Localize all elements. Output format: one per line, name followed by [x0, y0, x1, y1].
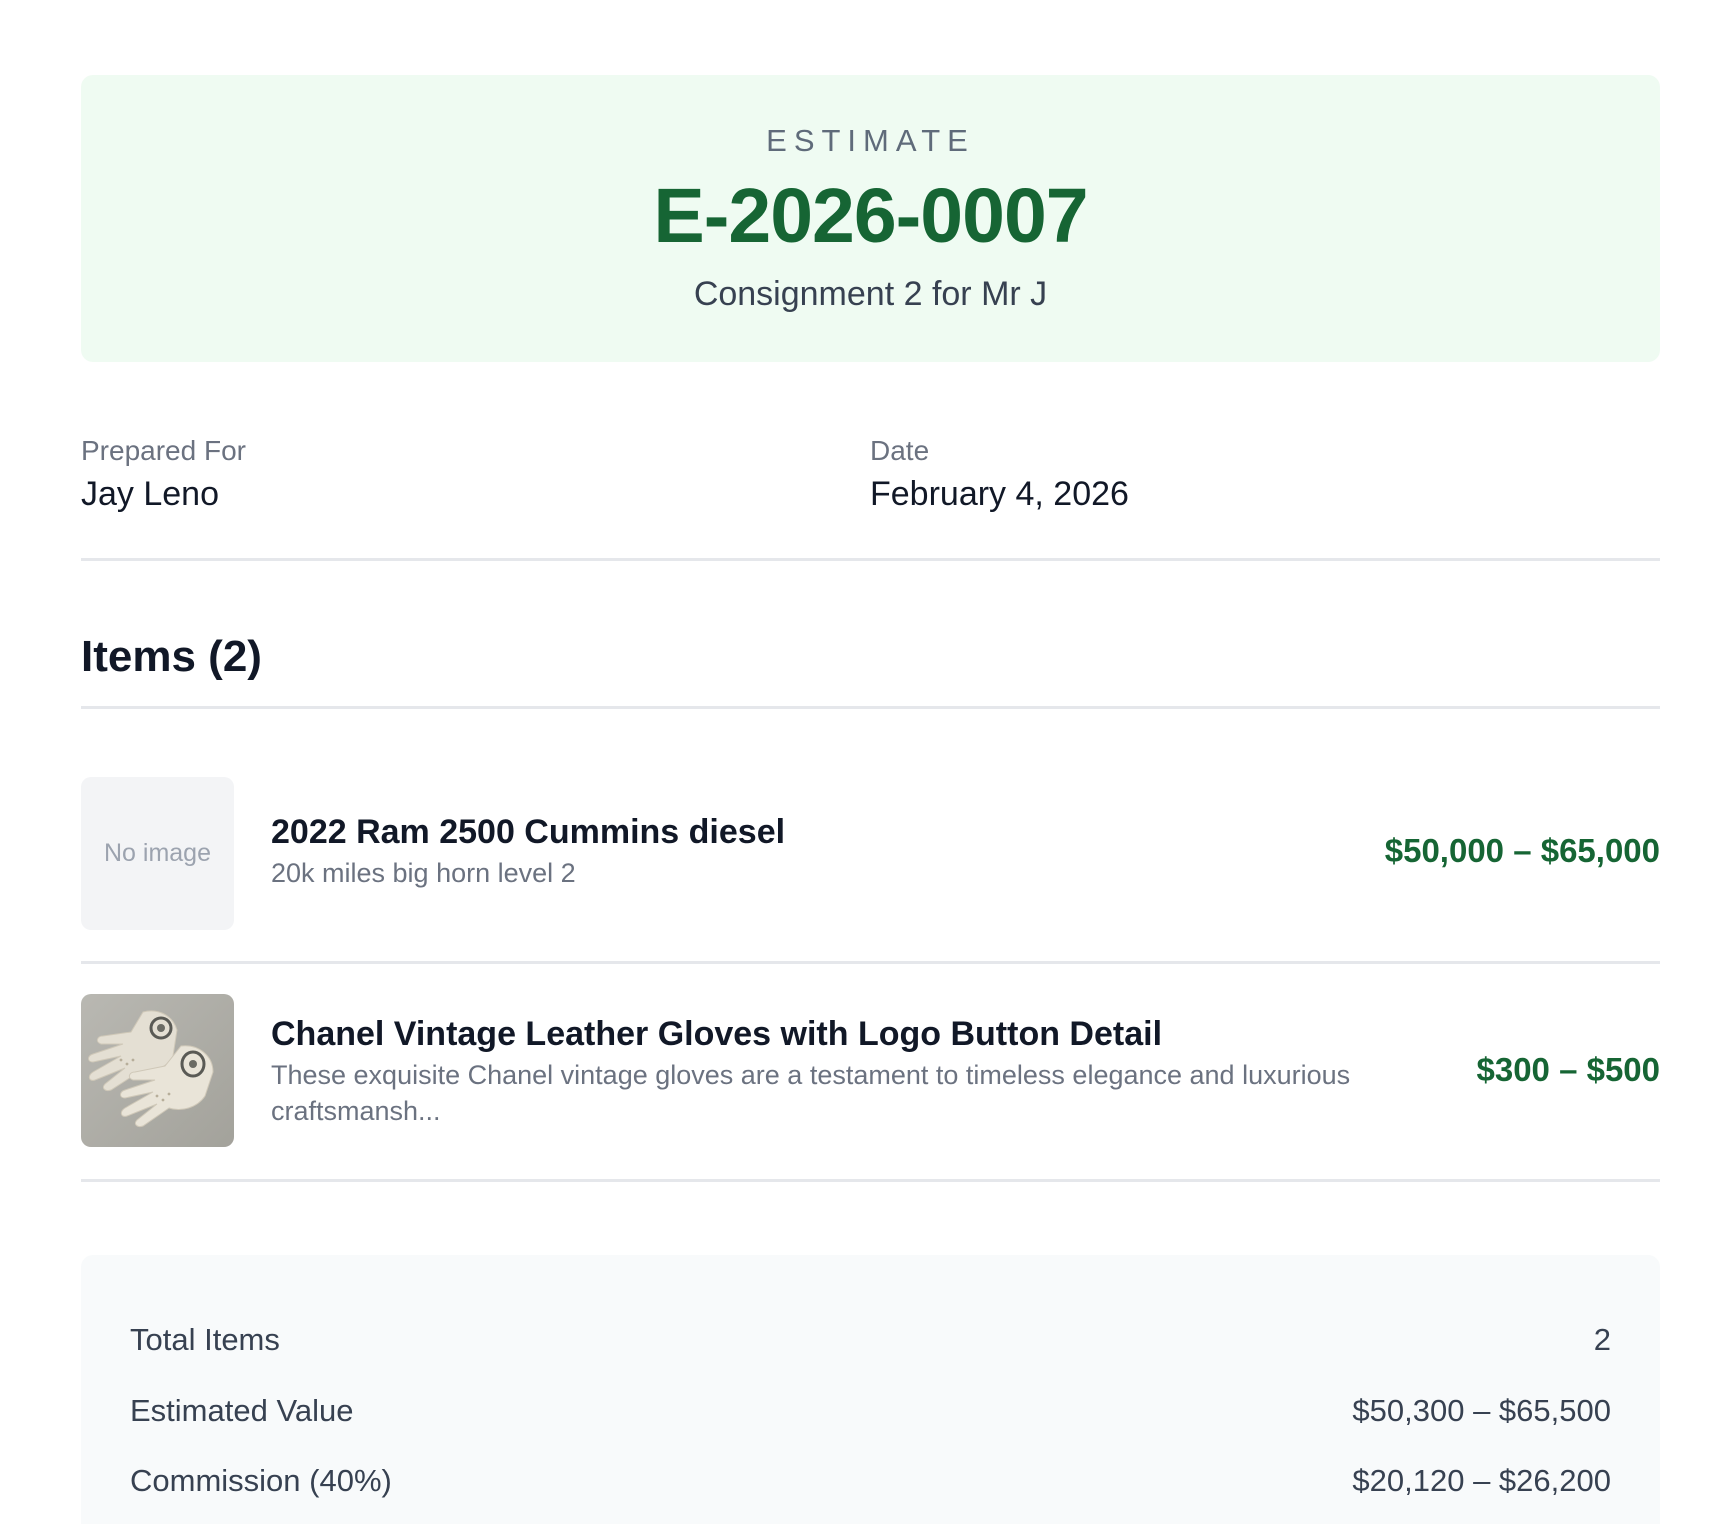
estimate-subtitle: Consignment 2 for Mr J — [693, 275, 1048, 313]
items-heading-divider — [81, 706, 1660, 709]
estimate-header-card: ESTIMATE E-2026-0007 Consignment 2 for M… — [81, 75, 1660, 362]
item-text: 2022 Ram 2500 Cummins diesel 20k miles b… — [271, 811, 1451, 891]
estimate-eyebrow: ESTIMATE — [766, 123, 975, 158]
date-block: Date February 4, 2026 — [870, 433, 1129, 517]
items-heading: Items (2) — [81, 632, 262, 681]
summary-value: 2 — [1593, 1322, 1611, 1357]
item-title: 2022 Ram 2500 Cummins diesel — [271, 813, 786, 851]
gloves-thumbnail — [81, 994, 234, 1147]
item-description: These exquisite Chanel vintage gloves ar… — [271, 1060, 1351, 1126]
summary-row-total-items: Total Items 2 — [130, 1322, 1611, 1362]
no-image-placeholder: No image — [81, 777, 234, 930]
summary-label: Estimated Value — [130, 1393, 354, 1428]
meta-divider — [81, 558, 1660, 561]
summary-row-commission: Commission (40%) $20,120 – $26,200 — [130, 1463, 1611, 1503]
summary-row-estimated-value: Estimated Value $50,300 – $65,500 — [130, 1393, 1611, 1433]
prepared-for-block: Prepared For Jay Leno — [81, 433, 246, 517]
item-divider — [81, 961, 1660, 964]
item-price: $50,000 – $65,000 — [1384, 832, 1660, 869]
item-title: Chanel Vintage Leather Gloves with Logo … — [271, 1015, 1163, 1053]
date-value: February 4, 2026 — [870, 475, 1129, 513]
list-item[interactable]: No image 2022 Ram 2500 Cummins diesel 20… — [81, 777, 1660, 931]
item-text: Chanel Vintage Leather Gloves with Logo … — [271, 1013, 1451, 1129]
estimate-number: E-2026-0007 — [653, 173, 1088, 259]
summary-label: Commission (40%) — [130, 1463, 392, 1498]
list-item[interactable]: Chanel Vintage Leather Gloves with Logo … — [81, 994, 1660, 1148]
gloves-image — [81, 994, 234, 1147]
summary-value: $20,120 – $26,200 — [1352, 1463, 1611, 1498]
summary-label: Total Items — [130, 1322, 280, 1357]
item-price: $300 – $500 — [1476, 1051, 1660, 1088]
date-label: Date — [870, 435, 930, 466]
summary-panel: Total Items 2 Estimated Value $50,300 – … — [81, 1255, 1660, 1524]
no-image-label: No image — [104, 839, 211, 867]
prepared-for-label: Prepared For — [81, 435, 246, 466]
estimate-page: ESTIMATE E-2026-0007 Consignment 2 for M… — [0, 0, 1722, 1524]
prepared-for-value: Jay Leno — [81, 475, 219, 513]
item-description: 20k miles big horn level 2 — [271, 858, 576, 888]
item-divider — [81, 1179, 1660, 1182]
summary-value: $50,300 – $65,500 — [1352, 1393, 1611, 1428]
